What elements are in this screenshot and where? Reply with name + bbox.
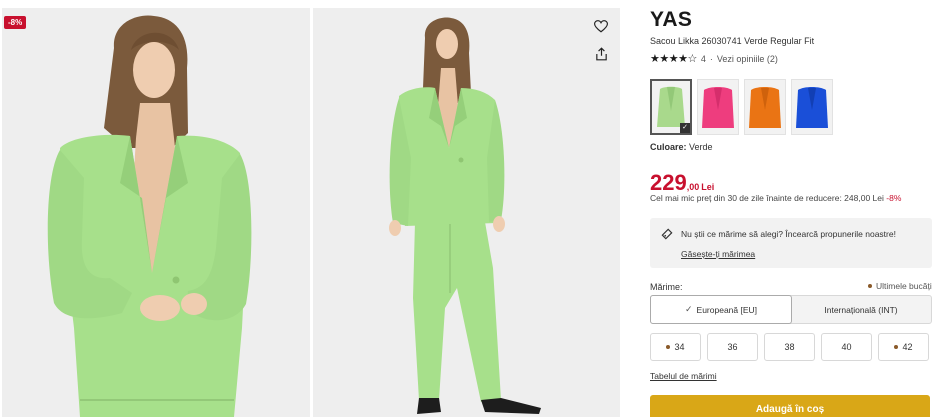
rating-separator: ·: [709, 53, 713, 64]
size-system-eu[interactable]: ✓ Europeană [EU]: [650, 295, 792, 324]
color-value: Verde: [689, 142, 713, 152]
low-stock-dot: [666, 345, 671, 349]
size-table-link[interactable]: Tabelul de mărimi: [650, 371, 717, 381]
brand-name[interactable]: YAS: [650, 8, 692, 32]
lowest-price-text: Cel mai mic preț din 30 de zile înainte …: [650, 193, 884, 203]
heart-icon[interactable]: [592, 17, 610, 35]
color-label: Culoare:: [650, 142, 687, 152]
check-icon: ✓: [680, 123, 690, 133]
product-photo-full[interactable]: [313, 8, 620, 417]
product-info-panel: YAS Sacou Likka 26030741 Verde Regular F…: [650, 0, 940, 417]
last-items-note: Ultimele bucăți: [868, 281, 932, 291]
check-icon: ✓: [684, 304, 693, 314]
size-option-label: 38: [784, 342, 795, 352]
size-option-label: 40: [841, 342, 852, 352]
price-currency: Lei: [701, 182, 715, 192]
reviews-link[interactable]: Vezi opiniile (2): [717, 54, 778, 64]
size-help-question: Nu știi ce mărime să alegi? Încearcă pro…: [681, 229, 896, 239]
size-option-38[interactable]: 38: [764, 333, 815, 361]
discount-badge: -8%: [4, 16, 27, 29]
size-system-int-label: Internațională (INT): [824, 304, 898, 315]
size-help-box: Nu știi ce mărime să alegi? Încearcă pro…: [650, 218, 932, 268]
size-option-40[interactable]: 40: [821, 333, 872, 361]
size-option-42[interactable]: 42: [878, 333, 929, 361]
add-to-cart-button[interactable]: Adaugă în coș: [650, 395, 930, 417]
product-photo-main[interactable]: [2, 8, 310, 417]
size-system-toggle: ✓ Europeană [EU] Internațională (INT): [650, 295, 932, 324]
product-title: Sacou Likka 26030741 Verde Regular Fit: [650, 36, 815, 46]
find-size-link[interactable]: Găsește-ți mărimea: [681, 249, 755, 259]
size-options: 34 36 38 40 42: [650, 333, 929, 361]
size-system-eu-label: Europeană [EU]: [696, 304, 758, 315]
size-option-36[interactable]: 36: [707, 333, 758, 361]
low-stock-dot: [868, 284, 872, 288]
low-stock-dot: [894, 345, 899, 349]
rating-value: 4: [700, 53, 706, 64]
lowest-price-pct: -8%: [886, 193, 902, 203]
rating-row: ★★★★☆ 4 · Vezi opiniile (2): [650, 52, 778, 65]
color-swatch-verde[interactable]: ✓: [650, 79, 692, 135]
last-items-text: Ultimele bucăți: [876, 281, 932, 291]
rating-stars: ★★★★☆: [650, 53, 697, 65]
size-option-label: 42: [902, 342, 913, 352]
lowest-price-note: Cel mai mic preț din 30 de zile înainte …: [650, 193, 901, 203]
color-swatches: ✓: [650, 79, 833, 135]
product-gallery: -8%: [0, 0, 636, 417]
hanger-icon: [660, 227, 674, 246]
share-icon[interactable]: [592, 45, 610, 63]
size-option-label: 34: [674, 342, 685, 352]
price-integer: 229: [650, 170, 687, 195]
color-swatch-albastru[interactable]: [791, 79, 833, 135]
color-swatch-roz[interactable]: [697, 79, 739, 135]
size-option-label: 36: [727, 342, 738, 352]
size-label: Mărime:: [650, 282, 683, 292]
size-system-int[interactable]: Internațională (INT): [791, 296, 931, 323]
size-option-34[interactable]: 34: [650, 333, 701, 361]
selected-color: Culoare: Verde: [650, 142, 713, 152]
price-decimal: ,00: [686, 182, 700, 192]
color-swatch-portocaliu[interactable]: [744, 79, 786, 135]
